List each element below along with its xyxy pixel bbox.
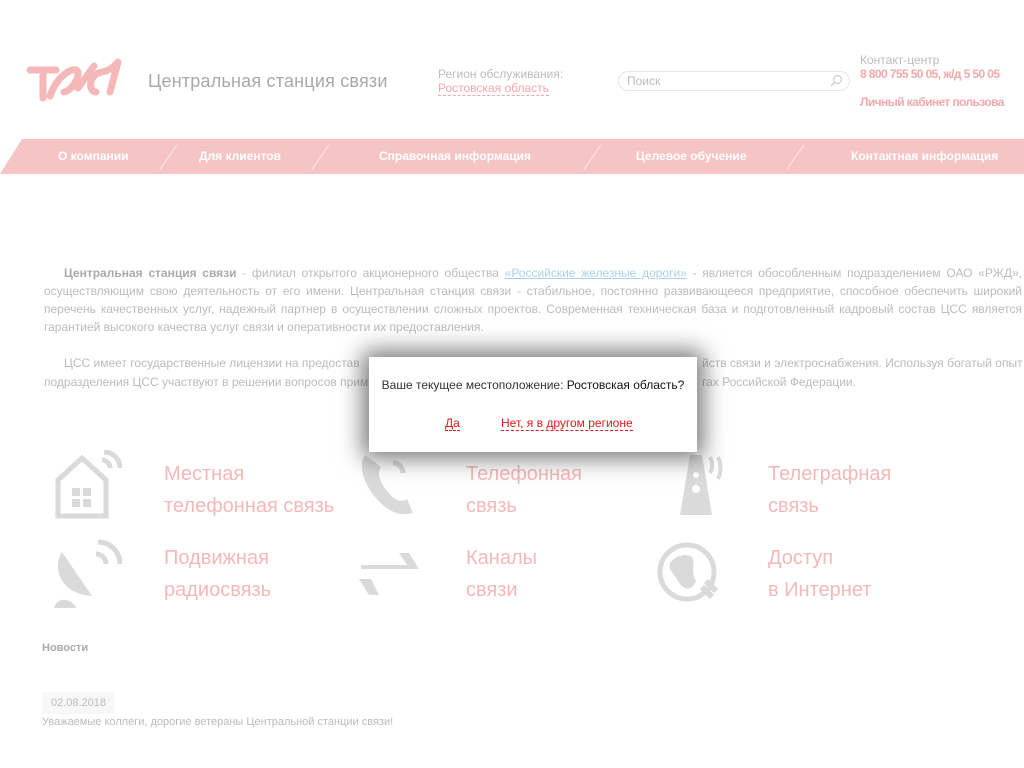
intro-p2-fragment: йств связи и электроснабжения. Используя… (702, 356, 1023, 370)
nav-item-clients[interactable]: Для клиентов (199, 139, 281, 174)
service-local-telephony[interactable]: Местная телефонная связь (164, 458, 334, 522)
service-title-line: телефонная связь (164, 495, 335, 517)
contact-phone[interactable]: 8 800 755 50 05, ж/д 5 50 05 (860, 67, 1000, 81)
intro-text: - филиал открытого акционерного общества (236, 266, 505, 280)
service-mobile-radio[interactable]: Подвижная радиосвязь (164, 542, 271, 606)
search-icon[interactable] (830, 74, 843, 92)
question-text: Ваше текущее местоположение: (381, 378, 567, 392)
search-box[interactable] (618, 71, 850, 91)
location-confirm-dialog: Ваше текущее местоположение: Ростовская … (369, 357, 697, 452)
intro-p2-fragment: гах Российской Федерации. (702, 375, 856, 389)
service-telegraph[interactable]: Телеграфная связь (768, 458, 891, 522)
user-cabinet-link[interactable]: Личный кабинет пользова (860, 95, 1004, 109)
contact-center-label: Контакт-центр (860, 53, 940, 67)
detected-region: Ростовская область? (566, 378, 685, 392)
service-title-line: связи (466, 579, 518, 601)
service-title-line: связь (768, 495, 819, 517)
globe-plug-icon[interactable] (656, 541, 722, 612)
service-title-line: радиосвязь (164, 579, 272, 601)
news-date: 02.08.2018 (42, 692, 115, 714)
other-region-link[interactable]: Нет, я в другом регионе (501, 416, 633, 431)
location-question: Ваше текущее местоположение: Ростовская … (369, 378, 697, 392)
nav-item-reference[interactable]: Справочная информация (379, 139, 531, 174)
site-title: Центральная станция связи (148, 71, 388, 91)
intro-p2-fragment: подразделения ЦСС участвуют в решении во… (44, 375, 369, 389)
service-title-line: Доступ (768, 547, 834, 569)
rzd-logo[interactable] (26, 58, 122, 107)
nav-item-about[interactable]: О компании (58, 139, 129, 174)
search-input[interactable] (619, 72, 825, 90)
service-internet[interactable]: Доступ в Интернет (768, 542, 871, 606)
rzd-link[interactable]: «Российские железные дороги» (505, 266, 687, 280)
satellite-dish-icon[interactable] (52, 538, 124, 615)
main-nav: О компании Для клиентов Справочная инфор… (0, 139, 1024, 174)
service-title-line: связь (466, 495, 517, 517)
intro-paragraph: Центральная станция связи - филиал откры… (44, 264, 1022, 336)
intro-p2-fragment: ЦСС имеет государственные лицензии на пр… (64, 356, 360, 370)
region-label: Регион обслуживания: (438, 67, 564, 81)
house-signal-icon[interactable] (52, 449, 124, 525)
service-title-line: в Интернет (768, 579, 872, 601)
service-title-line: Подвижная (164, 547, 269, 569)
service-title-line: Местная (164, 463, 245, 485)
nav-item-training[interactable]: Целевое обучение (636, 139, 746, 174)
confirm-yes-link[interactable]: Да (445, 416, 460, 431)
service-title-line: Телефонная (466, 463, 582, 485)
service-title-line: Каналы (466, 547, 537, 569)
region-link[interactable]: Ростовская область (438, 81, 549, 96)
radio-tower-icon[interactable] (666, 455, 726, 520)
service-title-line: Телеграфная (768, 463, 892, 485)
nav-item-contacts[interactable]: Контактная информация (851, 139, 998, 174)
service-channels[interactable]: Каналы связи (466, 542, 537, 606)
phone-handset-icon[interactable] (357, 455, 421, 522)
news-item-title[interactable]: Уважаемые коллеги, дорогие ветераны Цент… (42, 716, 393, 728)
intro-bold: Центральная станция связи (64, 266, 237, 280)
news-heading: Новости (42, 642, 89, 654)
service-telephony[interactable]: Телефонная связь (466, 458, 582, 522)
exchange-arrows-icon[interactable] (357, 551, 421, 602)
